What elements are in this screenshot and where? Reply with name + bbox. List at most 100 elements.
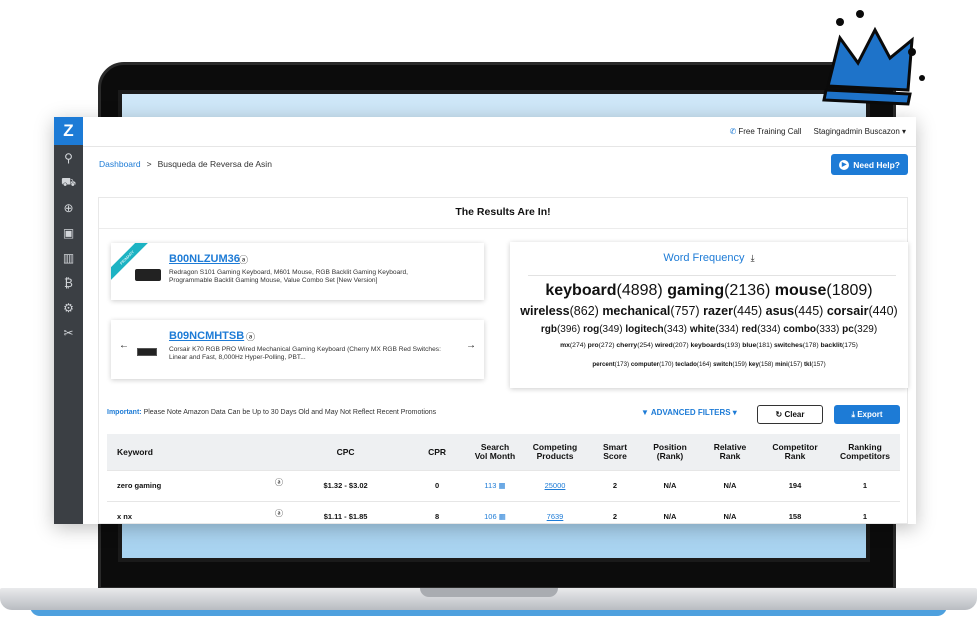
download-icon: ⤓ bbox=[851, 409, 855, 419]
download-icon[interactable]: ⤓ bbox=[751, 253, 755, 263]
column-header[interactable]: Keyword bbox=[107, 434, 287, 470]
column-header[interactable]: Competing Products bbox=[520, 434, 590, 470]
amazon-icon[interactable]: ⓐ bbox=[239, 253, 248, 266]
arrow-left-icon[interactable]: ← bbox=[119, 340, 129, 351]
column-header[interactable]: Search Vol Month bbox=[470, 434, 520, 470]
phone-icon: ✆ bbox=[729, 127, 737, 136]
amazon-icon[interactable]: ⓐ bbox=[275, 508, 283, 519]
cart-icon[interactable]: ⛟ bbox=[54, 171, 83, 195]
advanced-filters-button[interactable]: ▼ ADVANCED FILTERS ▾ bbox=[641, 408, 737, 417]
word-term: rgb bbox=[540, 324, 557, 335]
word-count: (164) bbox=[696, 361, 712, 368]
word-term: switches bbox=[774, 342, 803, 349]
need-help-button[interactable]: ▶ Need Help? bbox=[831, 154, 908, 175]
word-term: keyboards bbox=[690, 342, 725, 349]
word-count: (158) bbox=[758, 361, 774, 368]
settings-icon[interactable]: ⚙ bbox=[54, 296, 83, 320]
competing-products-link[interactable]: 25000 bbox=[520, 469, 590, 501]
word-line-1: keyboard(4898) gaming(2136) mouse(1809) bbox=[510, 282, 908, 300]
refresh-icon: ↻ bbox=[775, 410, 783, 419]
word-term: computer bbox=[630, 361, 660, 368]
word-term: wireless bbox=[520, 304, 570, 318]
chart-icon[interactable]: ▦ bbox=[498, 481, 505, 490]
word-line-2: wireless(862) mechanical(757) razer(445)… bbox=[510, 304, 908, 318]
word-count: (193) bbox=[724, 342, 741, 349]
app-window: Z ⚲ ⛟ ⊕ ▣ ▥ ₿ ⚙ ✂ ✆ Free Training Call St… bbox=[54, 117, 916, 524]
divider bbox=[528, 275, 896, 276]
word-count: (157) bbox=[811, 361, 826, 368]
word-count: (175) bbox=[842, 342, 858, 349]
amazon-icon[interactable]: ⓐ bbox=[275, 477, 283, 488]
column-header[interactable]: Ranking Competitors bbox=[830, 434, 900, 470]
smart-score-cell: 2 bbox=[590, 469, 640, 501]
word-term: combo bbox=[783, 324, 816, 335]
word-term: pro bbox=[587, 342, 599, 349]
word-term: cherry bbox=[616, 342, 638, 349]
word-term: mechanical bbox=[602, 304, 671, 318]
word-count: (4898) bbox=[616, 282, 663, 299]
divider bbox=[99, 228, 907, 229]
word-term: gaming bbox=[667, 282, 725, 299]
results-panel: The Results Are In! PRIMARY B00NLZUM36 ⓐ… bbox=[98, 197, 908, 524]
brand-logo[interactable]: Z bbox=[54, 117, 83, 145]
table-row[interactable]: x nx ⓐ $1.11 - $1.85 8 106 ▦ 7639 2 N/A N… bbox=[107, 500, 900, 524]
tools-icon[interactable]: ✂ bbox=[54, 321, 83, 345]
word-count: (329) bbox=[853, 324, 878, 335]
word-term: asus bbox=[765, 304, 795, 318]
word-term: blue bbox=[742, 342, 757, 349]
table-header-row: Keyword CPC CPR Search Vol Month Competi… bbox=[107, 434, 900, 470]
notice-text: Important: Please Note Amazon Data Can b… bbox=[107, 409, 437, 416]
column-header[interactable]: Relative Rank bbox=[700, 434, 760, 470]
product-card-primary: PRIMARY B00NLZUM36 ⓐ Redragon S101 Gamin… bbox=[111, 243, 484, 300]
word-term: rog bbox=[583, 324, 600, 335]
word-count: (272) bbox=[598, 342, 615, 349]
word-term: teclado bbox=[675, 361, 697, 368]
word-count: (2136) bbox=[724, 282, 771, 299]
smart-score-cell: 2 bbox=[590, 500, 640, 524]
keyword-table: Keyword CPC CPR Search Vol Month Competi… bbox=[107, 434, 900, 524]
relative-rank-cell: N/A bbox=[700, 469, 760, 501]
zoom-icon[interactable]: ⊕ bbox=[54, 196, 83, 220]
word-term: mouse bbox=[774, 282, 827, 299]
chart-icon[interactable]: ▦ bbox=[499, 512, 506, 521]
search-icon[interactable]: ⚲ bbox=[54, 146, 83, 170]
asin-link[interactable]: B09NCMHTSB bbox=[169, 330, 244, 342]
word-term: pc bbox=[842, 324, 854, 335]
laptop-notch bbox=[420, 588, 558, 597]
clear-button[interactable]: ↻ Clear bbox=[757, 405, 823, 424]
word-count: (170) bbox=[659, 361, 674, 368]
table-row[interactable]: zero gaming ⓐ $1.32 - $3.02 0 113 ▦ 25000… bbox=[107, 469, 900, 501]
training-call-link[interactable]: ✆ Free Training Call bbox=[730, 127, 802, 136]
amazon-icon[interactable]: ⓐ bbox=[246, 330, 255, 343]
filter-icon: ▼ bbox=[641, 408, 649, 417]
column-header[interactable]: Competitor Rank bbox=[760, 434, 830, 470]
keyword-cell: zero gaming ⓐ bbox=[107, 469, 287, 501]
position-cell: N/A bbox=[640, 469, 700, 501]
product-title: Redragon S101 Gaming Keyboard, M601 Mous… bbox=[169, 269, 408, 284]
product-card-competitor: ← B09NCMHTSB ⓐ Corsair K70 RGB PRO Wired… bbox=[111, 320, 484, 379]
column-header[interactable]: Smart Score bbox=[590, 434, 640, 470]
search-vol-cell[interactable]: 106 ▦ bbox=[470, 500, 520, 524]
user-menu[interactable]: Stagingadmin Buscazon ▾ bbox=[813, 127, 906, 136]
search-vol-cell[interactable]: 113 ▦ bbox=[470, 469, 520, 501]
word-count: (274) bbox=[569, 342, 586, 349]
keyword-cell: x nx ⓐ bbox=[107, 500, 287, 524]
competing-products-link[interactable]: 7639 bbox=[520, 500, 590, 524]
column-header[interactable]: Position (Rank) bbox=[640, 434, 700, 470]
budget-icon[interactable]: ₿ bbox=[54, 271, 83, 295]
column-header[interactable]: CPC bbox=[287, 434, 405, 470]
word-count: (445) bbox=[732, 304, 763, 318]
arrow-right-icon[interactable]: → bbox=[466, 340, 476, 351]
export-button[interactable]: ⤓ Export bbox=[834, 405, 900, 424]
column-header[interactable]: CPR bbox=[404, 434, 470, 470]
results-title: The Results Are In! bbox=[455, 206, 551, 218]
word-line-4: mx(274) pro(272) cherry(254) wired(207) … bbox=[510, 342, 908, 349]
breadcrumb-dashboard[interactable]: Dashboard bbox=[99, 159, 141, 169]
word-term: razer bbox=[703, 304, 733, 318]
chart-icon[interactable]: ▥ bbox=[54, 246, 83, 270]
asin-link[interactable]: B00NLZUM36 bbox=[169, 253, 240, 265]
product-thumbnail bbox=[135, 269, 161, 281]
product-icon[interactable]: ▣ bbox=[54, 221, 83, 245]
product-thumbnail bbox=[137, 348, 157, 356]
word-term: mini bbox=[775, 361, 788, 368]
